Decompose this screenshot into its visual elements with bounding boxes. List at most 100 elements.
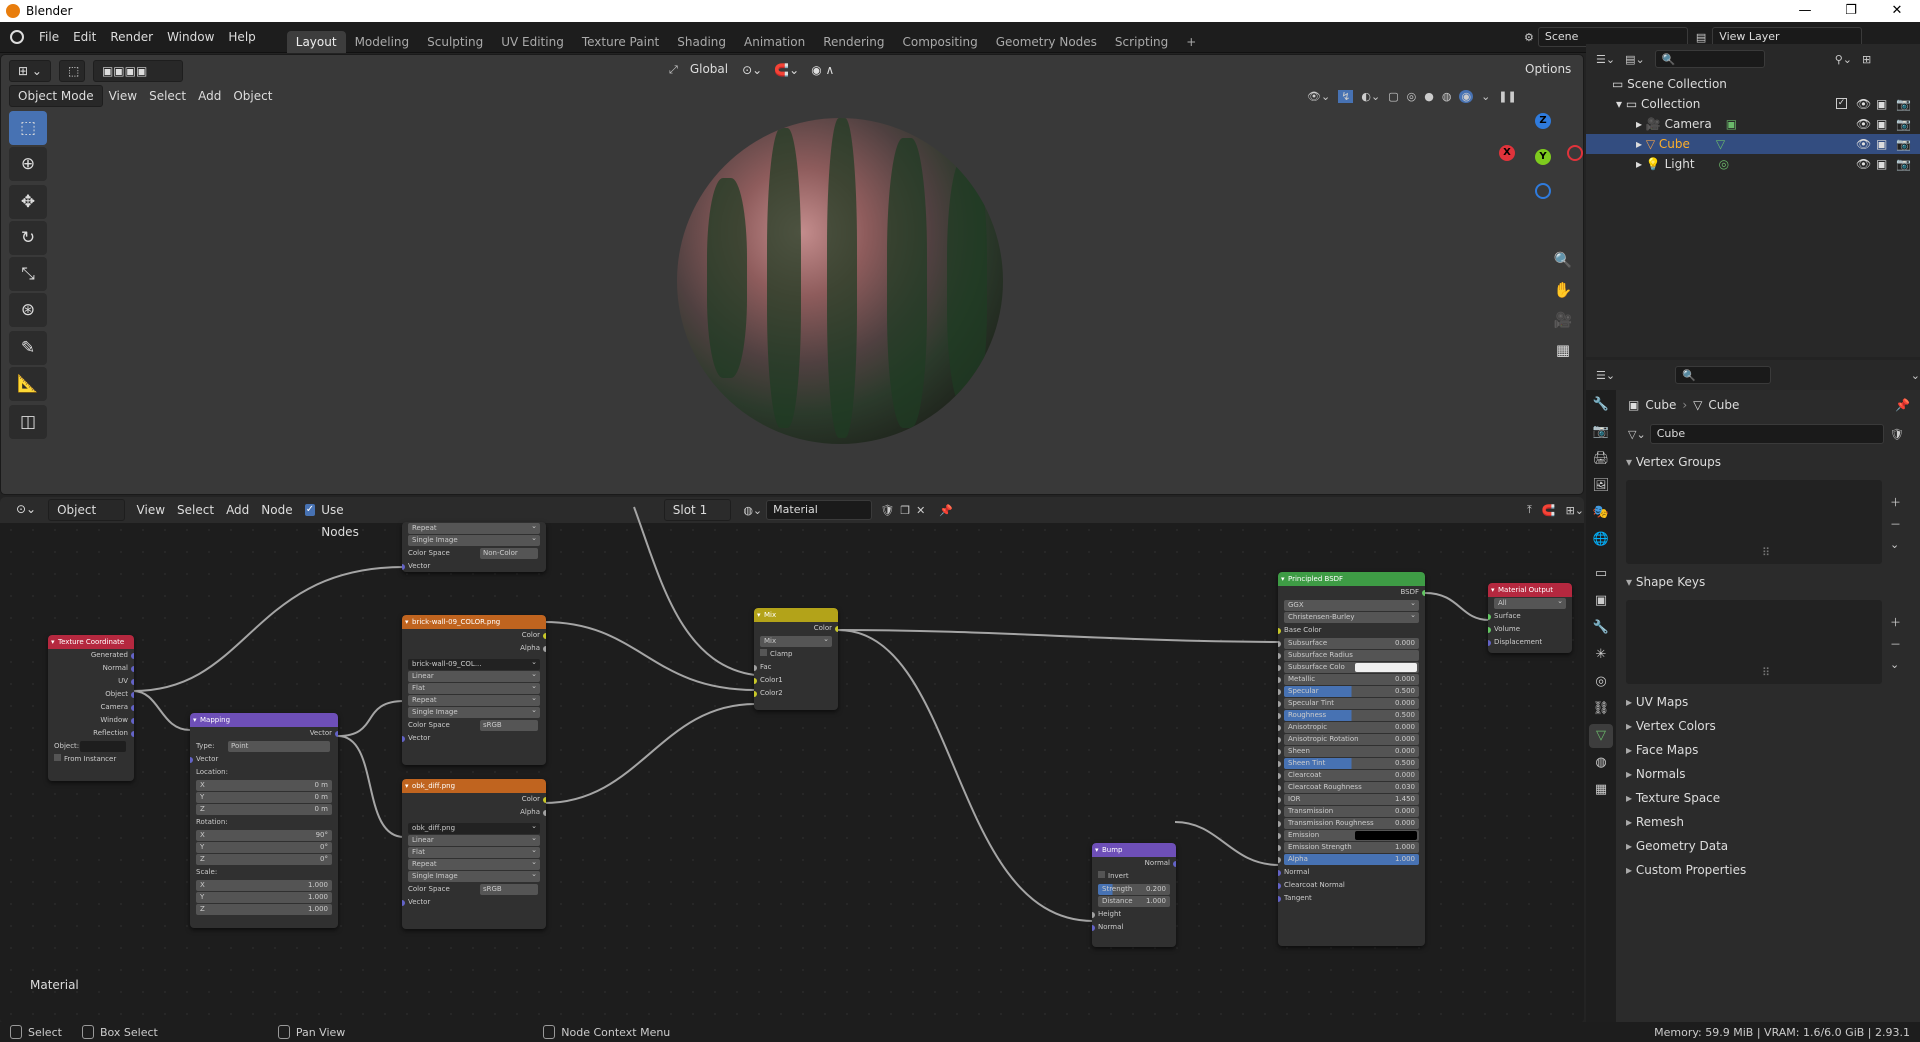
bsdf-field-subsurface-radius[interactable]: Subsurface Radius [1278,650,1419,661]
outliner-search-input[interactable]: 🔍 [1654,50,1765,68]
outliner-item-camera[interactable]: ▸ 🎥 Camera ▣ 👁 ▣ 📷 [1586,114,1920,134]
texcoord-header[interactable]: Texture Coordinate [48,635,134,649]
mapping-loc-y[interactable]: Y0 m [196,792,332,803]
panel-remesh[interactable]: Remesh [1618,810,1920,834]
obk-image-selector[interactable]: obk_diff.png [408,823,540,834]
tab-texture-paint[interactable]: Texture Paint [573,31,668,53]
bsdf-base-color-socket[interactable]: Base Color [1284,626,1322,634]
view-layer-icon[interactable]: ▤ [1696,31,1706,44]
bsdf-tangent-socket[interactable]: Tangent [1284,894,1312,902]
tab-uv-editing[interactable]: UV Editing [492,31,573,53]
add-cube-tool[interactable]: ◫ [9,405,47,439]
bsdf-field-transmission-roughness[interactable]: Transmission Roughness 0.000 [1278,818,1419,829]
bsdf-color-swatch[interactable] [1355,831,1417,840]
object-mode-dropdown[interactable]: Object Mode [9,85,103,107]
brick-image-selector[interactable]: brick-wall-09_COL... [408,659,540,670]
bump-height-socket[interactable]: Height [1098,910,1121,918]
viewport-menu-view[interactable]: View [103,85,143,107]
tab-shading[interactable]: Shading [668,31,735,53]
camera-expand-icon[interactable]: ▸ [1636,117,1646,131]
top-source-dropdown[interactable]: Single Image [408,535,540,546]
bsdf-field-subsurface-colo[interactable]: Subsurface Colo [1278,662,1419,673]
obk-header[interactable]: obk_diff.png [402,779,546,793]
scale-tool[interactable]: ⤡ [9,257,47,291]
brick-header[interactable]: brick-wall-09_COLOR.png [402,615,546,629]
mix-blend-dropdown[interactable]: Mix [760,636,832,647]
camera-data-icon[interactable]: ▣ [1726,117,1737,131]
collection-viewport-icon[interactable]: ▣ [1876,94,1887,114]
material-output-node[interactable]: Material Output All Surface Volume Displ… [1488,583,1572,653]
constraints-tab-icon[interactable]: ⛓ [1589,697,1613,721]
move-tool[interactable]: ✥ [9,185,47,219]
bump-invert-checkbox[interactable] [1098,871,1105,878]
shading-wireframe-icon[interactable]: ◎ [1407,90,1417,103]
panel-geometry-data[interactable]: Geometry Data [1618,834,1920,858]
menu-window[interactable]: Window [160,22,221,53]
mapping-rot-x[interactable]: X 90° [196,830,332,841]
select-mode-buttons[interactable]: ▣▣▣▣ [92,60,183,82]
gizmo-toggle-icon[interactable]: ↯ [1338,89,1354,103]
light-expand-icon[interactable]: ▸ [1636,157,1646,171]
bsdf-header[interactable]: Principled BSDF [1278,572,1425,586]
gizmo-x-axis[interactable]: X [1499,145,1515,161]
scene-icon[interactable]: ⚙ [1524,31,1534,44]
collection-eye-icon[interactable]: 👁 [1856,94,1871,114]
output-header[interactable]: Material Output [1488,583,1572,597]
obk-source-dropdown[interactable]: Single Image [408,871,540,882]
collection-tab-icon[interactable]: ▭ [1589,562,1613,586]
output-surface-socket[interactable]: Surface [1494,612,1521,620]
cube-render-icon[interactable]: 📷 [1896,134,1911,154]
blender-menu-icon[interactable] [10,30,24,44]
mapping-loc-z[interactable]: Z0 m [196,804,332,815]
mapping-scale-y[interactable]: Y 1.000 [196,892,332,903]
obk-colorspace-dropdown[interactable]: sRGB [480,884,538,895]
bsdf-field-metallic[interactable]: Metallic 0.000 [1278,674,1419,685]
outliner-item-cube[interactable]: ▸ ▽ Cube ▽ 👁 ▣ 📷 [1586,134,1920,154]
vertex-group-specials-icon[interactable]: ⌄ [1890,538,1901,551]
options-dropdown[interactable]: Options [1517,59,1579,81]
tab-compositing[interactable]: Compositing [893,31,986,53]
tab-animation[interactable]: Animation [735,31,814,53]
collection-render-icon[interactable]: 📷 [1896,94,1911,114]
rotate-tool[interactable]: ↻ [9,221,47,255]
cube-mesh-icon[interactable]: ▽ [1716,137,1725,151]
panel-face-maps[interactable]: Face Maps [1618,738,1920,762]
mapping-vector-in[interactable]: Vector [196,755,218,763]
vertex-groups-list[interactable]: ⠿ [1626,480,1882,564]
bump-distance-field[interactable]: Distance 1.000 [1098,896,1170,907]
camera-eye-icon[interactable]: 👁 [1856,114,1871,134]
vertex-group-remove-icon[interactable]: － [1890,516,1901,532]
obk-interp-dropdown[interactable]: Linear [408,835,540,846]
panel-normals[interactable]: Normals [1618,762,1920,786]
select-box-tool[interactable]: ⬚ [9,111,47,145]
brick-source-dropdown[interactable]: Single Image [408,707,540,718]
bsdf-normal-socket[interactable]: Normal [1284,868,1309,876]
bsdf-field-roughness[interactable]: Roughness 0.500 [1278,710,1419,721]
panel-vertex-groups[interactable]: Vertex Groups [1618,450,1920,474]
camera-render-icon[interactable]: 📷 [1896,114,1911,134]
outliner-item-light[interactable]: ▸ 💡 Light ◎ 👁 ▣ 📷 [1586,154,1920,174]
gizmo-y-axis[interactable]: Y [1535,149,1551,165]
shader-node-editor[interactable]: ⊙⌄ Object View Select Add Node ✓ Use Nod… [0,497,1584,1023]
viewport-menu-object[interactable]: Object [227,85,278,107]
shape-key-add-icon[interactable]: ＋ [1890,614,1901,630]
mapping-rot-z[interactable]: Z 0° [196,854,332,865]
bsdf-field-anisotropic-rotation[interactable]: Anisotropic Rotation 0.000 [1278,734,1419,745]
xray-icon[interactable]: ▢ [1388,90,1398,103]
top-vector-socket[interactable]: Vector [408,562,430,570]
bsdf-clearcoat-normal-socket[interactable]: Clearcoat Normal [1284,881,1345,889]
bsdf-subsurface-method-dropdown[interactable]: Christensen-Burley [1284,612,1419,623]
shape-keys-resize-handle[interactable]: ⠿ [1762,666,1770,679]
mapping-type-dropdown[interactable]: Point [228,741,330,752]
top-ext-dropdown[interactable]: Repeat [408,523,540,534]
mapping-loc-x[interactable]: X0 m [196,780,332,791]
bsdf-distribution-dropdown[interactable]: GGX [1284,600,1419,611]
outliner-editor-type-icon[interactable]: ☰⌄ [1596,53,1615,66]
light-render-icon[interactable]: 📷 [1896,154,1911,174]
texture-coordinate-node[interactable]: Texture Coordinate Generated Normal UV O… [48,635,134,781]
transform-tool[interactable]: ⊛ [9,293,47,327]
proportional-edit-icon[interactable]: ◉ ∧ [805,59,840,81]
transform-orientation-dropdown[interactable]: Global [682,59,736,81]
scene-tab-icon[interactable]: 🎭 [1589,501,1613,525]
visibility-icon[interactable]: 👁⌄ [1307,90,1330,103]
